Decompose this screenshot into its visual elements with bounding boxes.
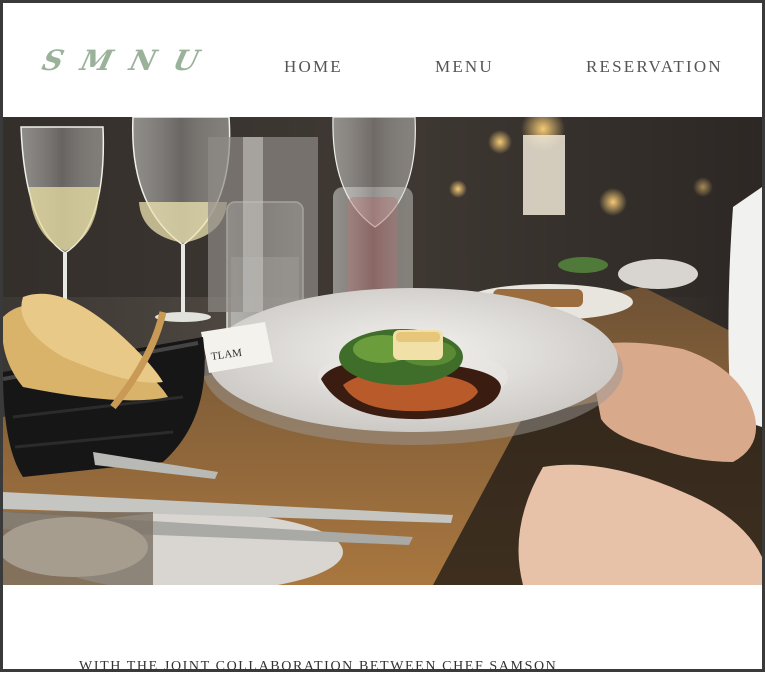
main-plate xyxy=(203,288,623,445)
nav-menu-link[interactable]: MENU xyxy=(435,57,494,77)
hero-photo: TLAM xyxy=(3,117,762,585)
hero-image: TLAM xyxy=(3,117,762,585)
site-header: SMNU HOME MENU RESERVATION xyxy=(3,3,762,117)
nav-home-link[interactable]: HOME xyxy=(284,57,343,77)
nav-reservation-link[interactable]: RESERVATION xyxy=(586,57,723,77)
site-logo[interactable]: SMNU xyxy=(39,44,220,77)
intro-text: WITH THE JOINT COLLABORATION BETWEEN CHE… xyxy=(79,659,558,674)
